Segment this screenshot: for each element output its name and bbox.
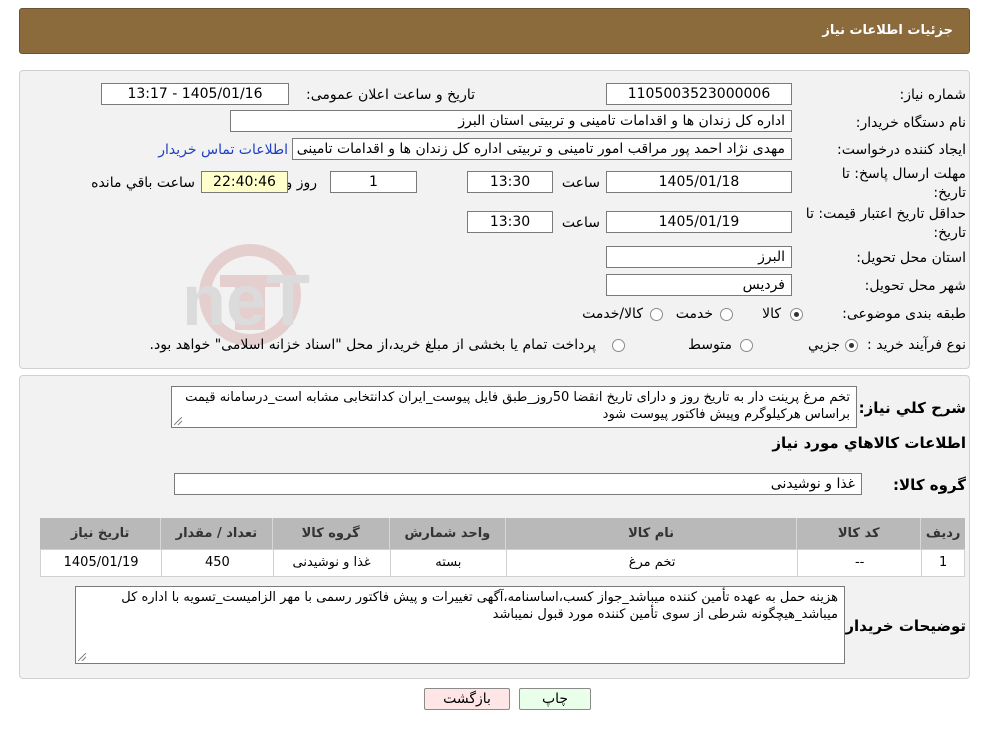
- province-label: استان محل تحویل:: [856, 250, 966, 266]
- back-button[interactable]: بازگشت: [424, 688, 510, 710]
- validity-time-label: ساعت: [561, 215, 600, 231]
- days-label: روز و: [285, 175, 318, 191]
- announce-label: تاریخ و ساعت اعلان عمومی:: [306, 87, 475, 103]
- category-radio-goods-service[interactable]: [650, 308, 663, 321]
- description-text: تخم مرغ پرینت دار به تاریخ روز و دارای ت…: [185, 390, 850, 422]
- description-textarea[interactable]: تخم مرغ پرینت دار به تاریخ روز و دارای ت…: [171, 386, 857, 428]
- reply-deadline-date: 1405/01/18: [606, 171, 792, 193]
- cell-row-number: 1: [939, 555, 948, 570]
- buyer-notes-textarea[interactable]: هزینه حمل به عهده تأمین کننده میباشد_جوا…: [75, 586, 845, 664]
- svg-text:AriaTender.neT: AriaTender.neT: [180, 261, 310, 341]
- print-button[interactable]: چاپ: [519, 688, 591, 710]
- cell-need-date: 1405/01/19: [41, 550, 163, 576]
- resize-grip-icon[interactable]: [78, 653, 86, 661]
- category-radio-goods[interactable]: [790, 308, 803, 321]
- reply-days-field: 1: [330, 171, 417, 193]
- requester-field: مهدی نژاد احمد پور مراقب امور تامینی و ت…: [292, 138, 792, 160]
- category-label: طبقه بندی موضوعی:: [842, 306, 966, 322]
- cell-unit: بسته: [391, 550, 507, 576]
- requester-label: ایجاد کننده درخواست:: [837, 142, 966, 158]
- remaining-label: ساعت باقي مانده: [91, 175, 195, 191]
- buyer-org-label: نام دستگاه خریدار:: [855, 115, 966, 131]
- goods-info-title: اطلاعات كالاهاي مورد نياز: [772, 434, 966, 452]
- purchase-type-label: نوع فرآیند خرید :: [867, 337, 966, 353]
- description-label: شرح كلي نياز:: [858, 399, 966, 417]
- remaining-time-field: 22:40:46: [201, 171, 288, 193]
- table-row: 1405/01/19 450 غذا و نوشیدنی بسته تخم مر…: [40, 549, 965, 577]
- reply-deadline-label-2: تاریخ:: [933, 185, 966, 201]
- treasury-radio[interactable]: [612, 339, 625, 352]
- cell-goods-code: --: [798, 550, 923, 576]
- city-label: شهر محل تحویل:: [864, 278, 966, 294]
- price-validity-label-2: تاریخ:: [933, 225, 966, 241]
- cell-quantity: 450: [162, 550, 274, 576]
- cell-goods-group: غذا و نوشیدنی: [274, 550, 391, 576]
- announce-field: 1405/01/16 - 13:17: [101, 83, 289, 105]
- header-row-number: ردیف: [925, 526, 961, 541]
- cell-goods-name: تخم مرغ: [507, 550, 799, 576]
- header-unit: واحد شمارش: [390, 518, 506, 549]
- items-grid: تاریخ نیاز تعداد / مقدار گروه کالا واحد …: [40, 518, 965, 578]
- need-number-field: 1105003523000006: [606, 83, 792, 105]
- resize-grip-icon[interactable]: [174, 417, 182, 425]
- need-number-label: شماره نیاز:: [899, 87, 967, 103]
- category-option-goods: کالا: [762, 306, 781, 322]
- goods-group-field: غذا و نوشیدنی: [174, 473, 862, 495]
- treasury-note: پرداخت تمام یا بخشی از مبلغ خرید،از محل …: [149, 337, 596, 353]
- price-validity-label: حداقل تاریخ اعتبار قیمت: تا: [805, 206, 966, 222]
- header-goods-name: نام کالا: [506, 518, 798, 549]
- purchase-radio-medium[interactable]: [740, 339, 753, 352]
- header-goods-code: کد کالا: [797, 518, 922, 549]
- category-radio-service[interactable]: [720, 308, 733, 321]
- reply-deadline-time: 13:30: [467, 171, 553, 193]
- purchase-option-medium: متوسط: [688, 337, 732, 353]
- page-header: جزئیات اطلاعات نیاز: [19, 8, 970, 54]
- reply-time-label: ساعت: [561, 175, 600, 191]
- purchase-option-minor: جزیي: [808, 337, 840, 353]
- buyer-notes-text: هزینه حمل به عهده تأمین کننده میباشد_جوا…: [121, 590, 838, 622]
- price-validity-time: 13:30: [467, 211, 553, 233]
- table-header-row: تاریخ نیاز تعداد / مقدار گروه کالا واحد …: [40, 518, 965, 549]
- buyer-org-field: اداره کل زندان ها و اقدامات تامینی و ترب…: [230, 110, 792, 132]
- goods-group-label: گروه کالا:: [893, 476, 966, 494]
- category-option-goods-service: کالا/خدمت: [582, 306, 643, 322]
- header-need-date: تاریخ نیاز: [40, 518, 162, 549]
- province-field: البرز: [606, 246, 792, 268]
- category-option-service: خدمت: [675, 306, 713, 322]
- buyer-notes-label: توضیحات خریدار:: [839, 617, 966, 635]
- price-validity-date: 1405/01/19: [606, 211, 792, 233]
- header-goods-group: گروه کالا: [273, 518, 390, 549]
- header-quantity: تعداد / مقدار: [161, 518, 273, 549]
- page-title: جزئیات اطلاعات نیاز: [822, 23, 953, 38]
- buyer-contact-link[interactable]: اطلاعات تماس خریدار: [158, 142, 288, 158]
- purchase-radio-minor[interactable]: [845, 339, 858, 352]
- reply-deadline-label: مهلت ارسال پاسخ: تا: [841, 166, 966, 182]
- city-field: فردیس: [606, 274, 792, 296]
